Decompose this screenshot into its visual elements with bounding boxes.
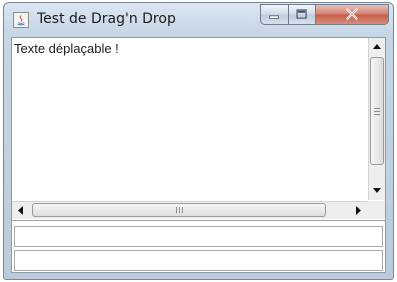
java-app-icon[interactable] bbox=[13, 12, 29, 28]
minimize-icon bbox=[269, 15, 279, 19]
thumb-grip-icon bbox=[176, 207, 177, 213]
scroll-right-button[interactable] bbox=[349, 202, 367, 219]
scrollbar-corner bbox=[368, 201, 385, 219]
horizontal-scroll-thumb[interactable] bbox=[32, 203, 326, 217]
text-scroll-pane: Texte déplaçable ! bbox=[12, 38, 385, 221]
content-panel: Texte déplaçable ! bbox=[11, 37, 386, 273]
scroll-up-button[interactable] bbox=[369, 38, 385, 55]
scroll-down-button[interactable] bbox=[369, 182, 385, 199]
title-bar[interactable]: Test de Drag'n Drop bbox=[4, 3, 393, 37]
close-button[interactable] bbox=[315, 4, 389, 25]
arrow-down-icon bbox=[373, 188, 381, 193]
close-icon bbox=[346, 8, 358, 20]
text-field-1[interactable] bbox=[14, 226, 383, 247]
vertical-scroll-thumb[interactable] bbox=[370, 57, 384, 165]
draggable-text-area[interactable]: Texte déplaçable ! bbox=[12, 38, 367, 200]
app-window: Test de Drag'n Drop Texte déplaçable ! bbox=[3, 2, 394, 280]
window-title: Test de Drag'n Drop bbox=[37, 11, 176, 27]
maximize-button[interactable] bbox=[288, 4, 316, 25]
arrow-left-icon bbox=[18, 206, 23, 215]
minimize-button[interactable] bbox=[260, 4, 289, 25]
arrow-right-icon bbox=[356, 206, 361, 215]
maximize-icon bbox=[296, 9, 307, 19]
text-field-2[interactable] bbox=[14, 250, 383, 271]
thumb-grip-icon bbox=[374, 108, 380, 109]
draggable-text[interactable]: Texte déplaçable ! bbox=[14, 41, 119, 56]
vertical-scrollbar[interactable] bbox=[368, 38, 385, 200]
arrow-up-icon bbox=[373, 44, 381, 49]
scroll-left-button[interactable] bbox=[12, 202, 30, 219]
horizontal-scrollbar[interactable] bbox=[12, 201, 368, 219]
